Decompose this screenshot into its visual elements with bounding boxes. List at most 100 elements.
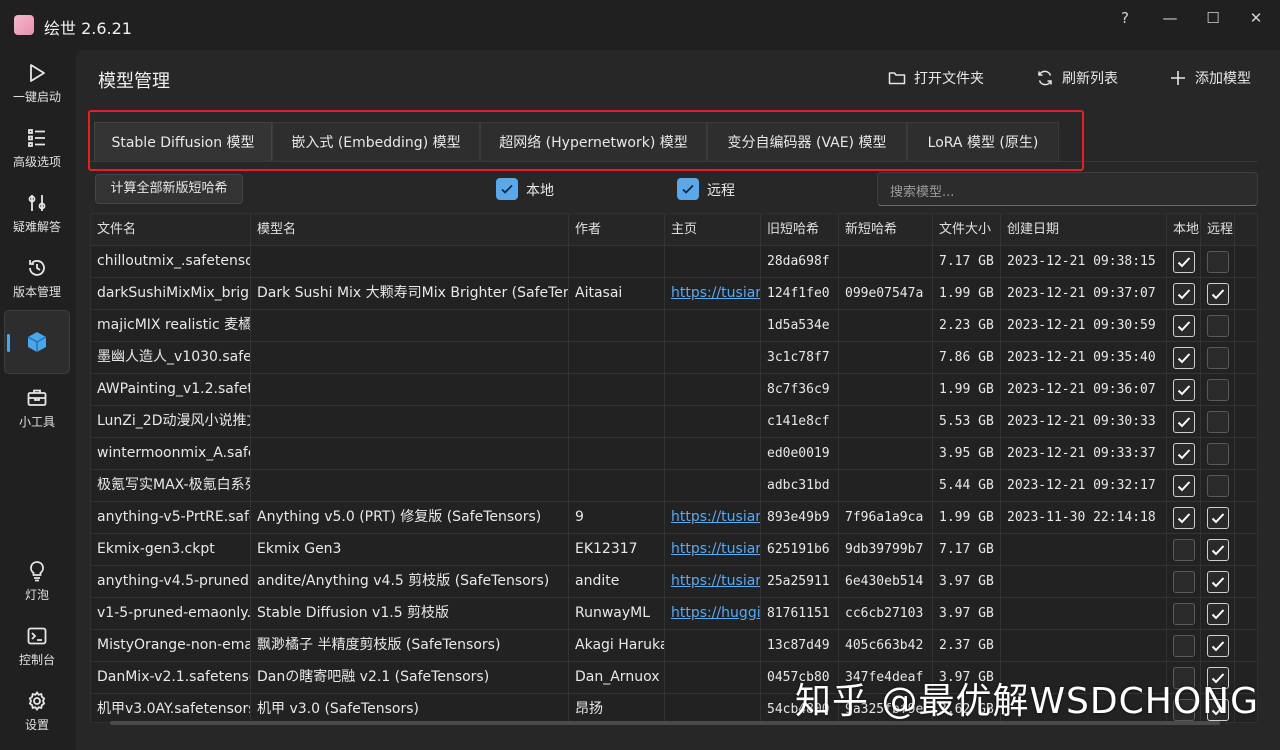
local-filter-checkbox[interactable]: [496, 178, 518, 200]
local-checkbox[interactable]: [1173, 283, 1195, 305]
remote-checkbox[interactable]: [1207, 347, 1229, 369]
table-row[interactable]: anything-v5-PrtRE.safetensorsAnything v5…: [91, 502, 1257, 534]
table-row[interactable]: 极氪写实MAX-极氪白系列 adbc31bd 5.44 GB 2023-12-21 0…: [91, 470, 1257, 502]
row-action-cell[interactable]: [1235, 630, 1257, 661]
nav-one-click-launch[interactable]: 一键启动: [4, 52, 70, 116]
nav-console[interactable]: 控制台: [4, 615, 70, 679]
local-checkbox[interactable]: [1173, 635, 1195, 657]
nav-bulb[interactable]: 灯泡: [4, 550, 70, 614]
add-model-button[interactable]: 添加模型: [1169, 68, 1251, 88]
row-action-cell[interactable]: [1235, 598, 1257, 629]
column-header[interactable]: 文件大小: [933, 214, 1001, 245]
date-cell: [1001, 534, 1167, 565]
home-cell[interactable]: https://tusiart: [665, 566, 761, 597]
remote-checkbox[interactable]: [1207, 539, 1229, 561]
row-action-cell[interactable]: [1235, 406, 1257, 437]
nav-label: 高级选项: [12, 155, 61, 169]
table-row[interactable]: 墨幽人造人_v1030.safetensors 3c1c78f7 7.86 GB20…: [91, 342, 1257, 374]
local-checkbox[interactable]: [1173, 507, 1195, 529]
old-cell: 81761151: [761, 598, 839, 629]
remote-checkbox[interactable]: [1207, 571, 1229, 593]
help-icon[interactable]: ?: [1112, 8, 1138, 28]
row-action-cell[interactable]: [1235, 278, 1257, 309]
table-row[interactable]: v1-5-pruned-emaonly.ckptStable Diffusion…: [91, 598, 1257, 630]
table-row[interactable]: LunZi_2D动漫风小说推文 c141e8cf 5.53 GB 2023-12-21…: [91, 406, 1257, 438]
table-row[interactable]: anything-v4.5-pruned.safetensorsandite/A…: [91, 566, 1257, 598]
local-checkbox[interactable]: [1173, 475, 1195, 497]
column-header[interactable]: 主页: [665, 214, 761, 245]
column-header[interactable]: 本地: [1167, 214, 1201, 245]
local-checkbox[interactable]: [1173, 411, 1195, 433]
column-header[interactable]: 创建日期: [1001, 214, 1167, 245]
local-checkbox[interactable]: [1173, 539, 1195, 561]
remote-checkbox[interactable]: [1207, 475, 1229, 497]
row-action-cell[interactable]: [1235, 246, 1257, 277]
local-filter-label: 本地: [526, 183, 554, 199]
home-cell[interactable]: https://huggingface: [665, 598, 761, 629]
nav-version-management[interactable]: 版本管理: [4, 247, 70, 311]
row-action-cell[interactable]: [1235, 534, 1257, 565]
local-cell: [1167, 374, 1201, 405]
new-cell: 9db39799b7: [839, 534, 933, 565]
author-cell: [569, 470, 665, 501]
local-checkbox[interactable]: [1173, 603, 1195, 625]
table-row[interactable]: darkSushiMixMix_brighterDark Sushi Mix 大…: [91, 278, 1257, 310]
remote-filter-checkbox[interactable]: [677, 178, 699, 200]
row-action-cell[interactable]: [1235, 374, 1257, 405]
row-action-cell[interactable]: [1235, 310, 1257, 341]
remote-checkbox[interactable]: [1207, 603, 1229, 625]
nav-model-management[interactable]: [4, 310, 70, 374]
nav-advanced-options[interactable]: 高级选项: [4, 117, 70, 181]
nav-settings[interactable]: 设置: [4, 680, 70, 744]
local-checkbox[interactable]: [1173, 347, 1195, 369]
home-cell[interactable]: https://tusiart: [665, 278, 761, 309]
nav-troubleshooting[interactable]: 疑难解答: [4, 182, 70, 246]
table-row[interactable]: wintermoonmix_A.safetensors ed0e0019 3.95 …: [91, 438, 1257, 470]
column-header[interactable]: 新短哈希: [839, 214, 933, 245]
close-button[interactable]: ✕: [1243, 8, 1269, 28]
row-action-cell[interactable]: [1235, 470, 1257, 501]
table-row[interactable]: majicMIX realistic 麦橘写实 1d5a534e 2.23 GB20…: [91, 310, 1257, 342]
row-action-cell[interactable]: [1235, 502, 1257, 533]
maximize-button[interactable]: ☐: [1200, 8, 1226, 28]
local-checkbox[interactable]: [1173, 571, 1195, 593]
column-header[interactable]: 远程: [1201, 214, 1235, 245]
remote-cell: [1201, 278, 1235, 309]
local-checkbox[interactable]: [1173, 315, 1195, 337]
remote-checkbox[interactable]: [1207, 507, 1229, 529]
column-header[interactable]: 模型名: [251, 214, 569, 245]
refresh-list-button[interactable]: 刷新列表: [1036, 68, 1118, 88]
remote-checkbox[interactable]: [1207, 411, 1229, 433]
open-folder-button[interactable]: 打开文件夹: [888, 68, 984, 88]
remote-checkbox[interactable]: [1207, 379, 1229, 401]
row-action-cell[interactable]: [1235, 438, 1257, 469]
local-checkbox[interactable]: [1173, 251, 1195, 273]
remote-checkbox[interactable]: [1207, 635, 1229, 657]
table-row[interactable]: MistyOrange-non-ema 飘渺橘子 半精度剪枝版 (SafeTens…: [91, 630, 1257, 662]
home-cell: [665, 630, 761, 661]
old-cell: 8c7f36c9: [761, 374, 839, 405]
search-input[interactable]: 搜索模型...: [877, 172, 1258, 206]
remote-checkbox[interactable]: [1207, 443, 1229, 465]
remote-checkbox[interactable]: [1207, 251, 1229, 273]
minimize-button[interactable]: —: [1157, 8, 1183, 28]
table-row[interactable]: chilloutmix_.safetensors 28da698f 7.17 GB 2…: [91, 246, 1257, 278]
new-cell: 099e07547a: [839, 278, 933, 309]
remote-checkbox[interactable]: [1207, 315, 1229, 337]
home-cell[interactable]: https://tusiart: [665, 502, 761, 533]
nav-small-tools[interactable]: 小工具: [4, 377, 70, 441]
local-cell: [1167, 406, 1201, 437]
remote-checkbox[interactable]: [1207, 283, 1229, 305]
column-header[interactable]: 旧短哈希: [761, 214, 839, 245]
table-row[interactable]: Ekmix-gen3.ckpt Ekmix Gen3 EK12317 https://…: [91, 534, 1257, 566]
nav-label: 版本管理: [12, 285, 61, 299]
column-header[interactable]: 作者: [569, 214, 665, 245]
column-header[interactable]: 文件名: [91, 214, 251, 245]
row-action-cell[interactable]: [1235, 342, 1257, 373]
calc-new-hash-button[interactable]: 计算全部新版短哈希: [95, 174, 243, 204]
row-action-cell[interactable]: [1235, 566, 1257, 597]
table-row[interactable]: AWPainting_v1.2.safetensors 8c7f36c9 1.99 …: [91, 374, 1257, 406]
home-cell[interactable]: https://tusiart: [665, 534, 761, 565]
local-checkbox[interactable]: [1173, 379, 1195, 401]
local-checkbox[interactable]: [1173, 443, 1195, 465]
